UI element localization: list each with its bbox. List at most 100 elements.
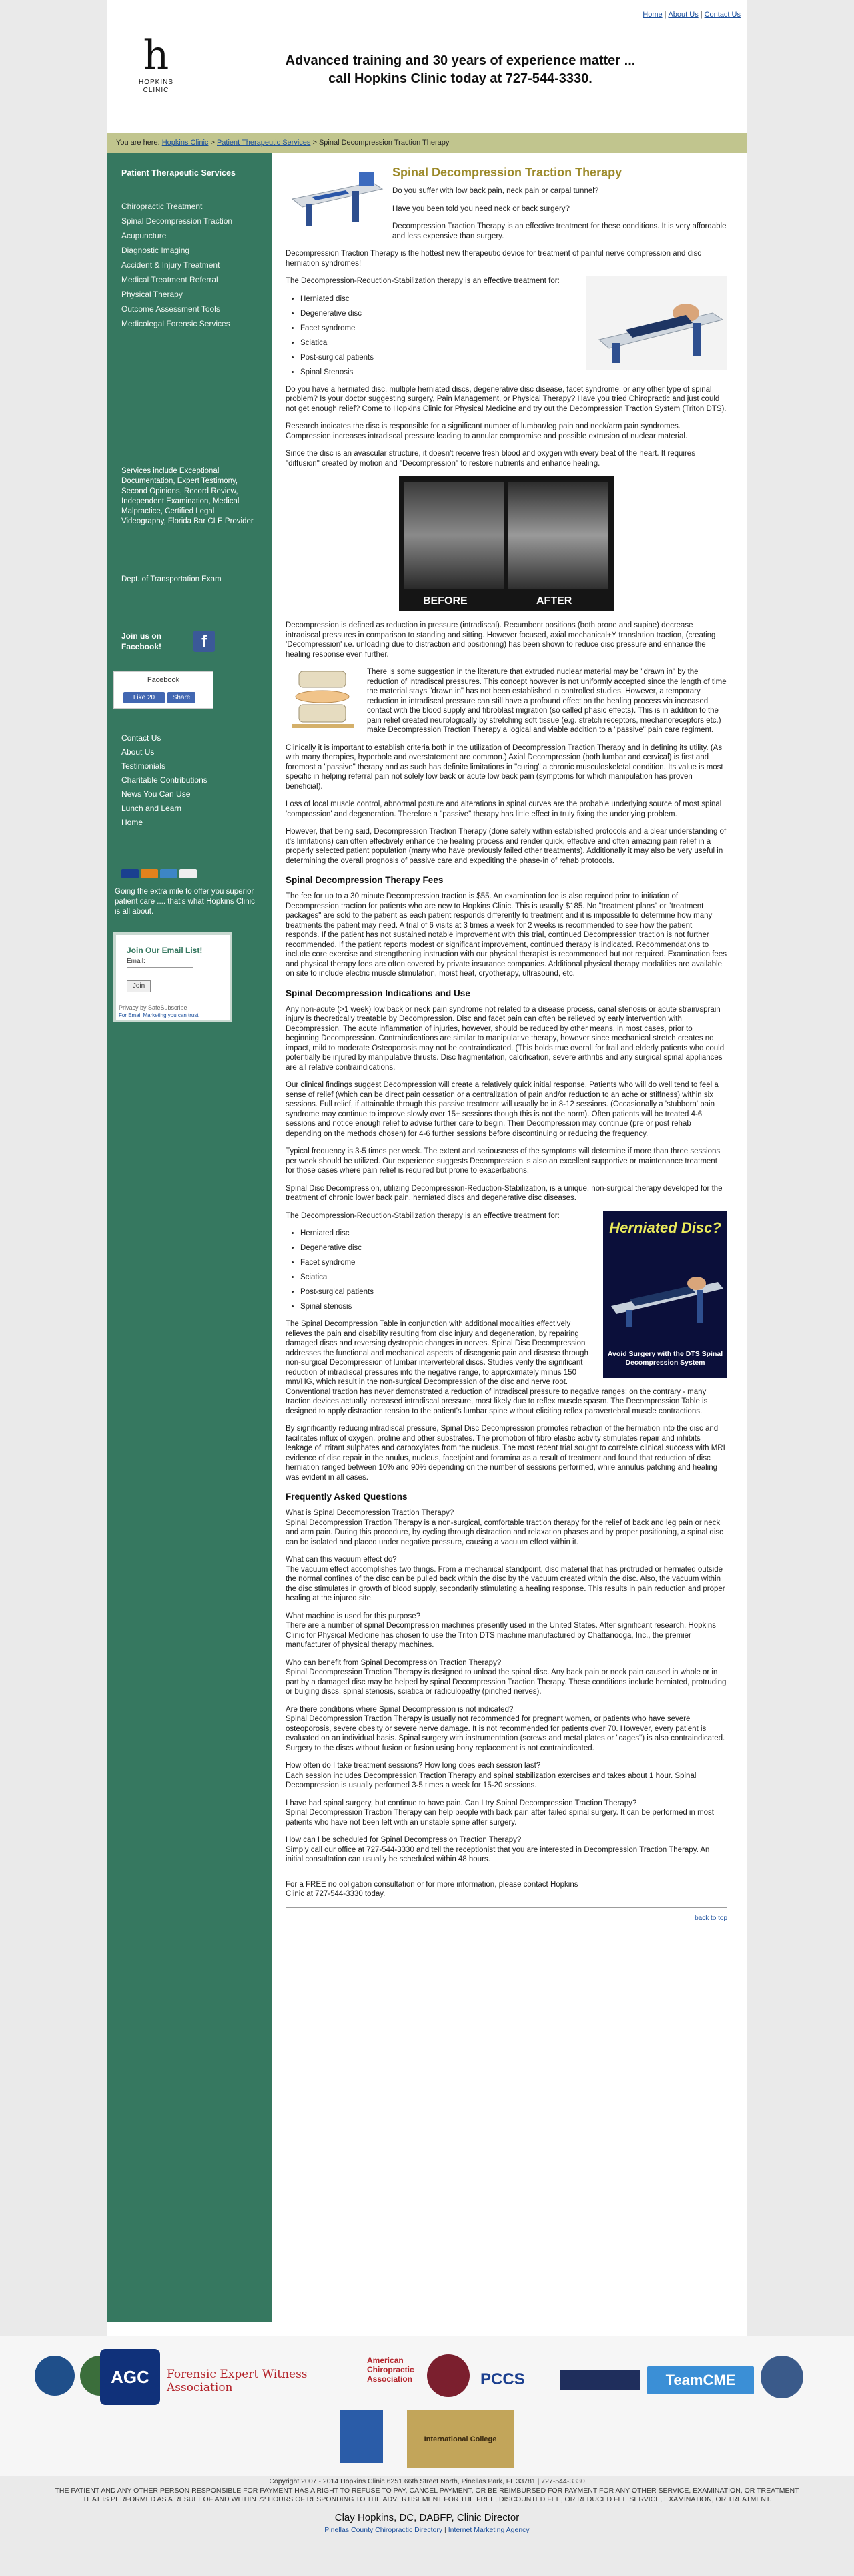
xray-before-panel: [404, 482, 504, 589]
sidebar-item-physical-therapy[interactable]: Physical Therapy: [121, 289, 262, 300]
breadcrumb-sep: >: [208, 139, 217, 147]
body-para: Decompression is defined as reduction in…: [286, 621, 716, 659]
pccs-logo[interactable]: PCCS: [480, 2368, 554, 2392]
section-heading-indications: Spinal Decompression Indications and Use: [286, 988, 470, 998]
email-signup-title: Join Our Email List!: [127, 946, 203, 955]
payment-cards: [121, 869, 199, 878]
sidebar-item-charitable[interactable]: Charitable Contributions: [121, 775, 207, 785]
top-link-home[interactable]: Home: [643, 11, 662, 19]
main-content: Spinal Decompression Traction Therapy Do…: [286, 166, 727, 1922]
sidebar-services-text: Services include Exceptional Documentati…: [121, 467, 254, 525]
discover-card-icon: [179, 869, 197, 878]
back-to-top-link[interactable]: back to top: [695, 1915, 727, 1922]
facebook-icon[interactable]: f: [193, 631, 215, 652]
footer-link-directory[interactable]: Pinellas County Chiropractic Directory: [324, 2526, 442, 2534]
faq-question: How can I be scheduled for Spinal Decomp…: [286, 1836, 522, 1844]
florida-seal-logo[interactable]: [427, 2354, 470, 2397]
sidebar-item-contact[interactable]: Contact Us: [121, 733, 207, 743]
email-join-button[interactable]: Join: [127, 980, 151, 992]
breadcrumb-services[interactable]: Patient Therapeutic Services: [217, 139, 310, 147]
sidebar-item-chiropractic[interactable]: Chiropractic Treatment: [121, 201, 262, 212]
dark-banner-logo[interactable]: [560, 2370, 640, 2390]
sidebar-dot-exam[interactable]: Dept. of Transportation Exam: [121, 575, 255, 585]
footer: Copyright 2007 - 2014 Hopkins Clinic 625…: [0, 2477, 854, 2535]
sidebar-join-facebook[interactable]: Join us on Facebook!: [121, 631, 188, 652]
sidebar-item-testimonials[interactable]: Testimonials: [121, 761, 207, 771]
breadcrumb-home[interactable]: Hopkins Clinic: [162, 139, 209, 147]
facebook-share-button[interactable]: Share: [167, 692, 195, 703]
chamber-seal-logo[interactable]: [35, 2356, 75, 2396]
body-para: Clinically it is important to establish …: [286, 743, 723, 791]
indications-para: Typical frequency is 3-5 times per week.…: [286, 1147, 721, 1175]
fees-para: The fee for up to a 30 minute Decompress…: [286, 892, 727, 978]
sidebar-item-decompression[interactable]: Spinal Decompression Traction: [121, 216, 262, 226]
faq-item: What can this vacuum effect do? The vacu…: [286, 1555, 727, 1604]
email-marketing-note[interactable]: For Email Marketing you can trust: [119, 1012, 199, 1018]
blue-badge-logo[interactable]: [340, 2410, 383, 2463]
logo-name-1: HOPKINS: [138, 79, 173, 86]
forensic-expert-witness-logo[interactable]: Forensic Expert Witness Association: [167, 2368, 360, 2394]
section-heading-faq: Frequently Asked Questions: [286, 1492, 408, 1502]
aca-logo-text: American Chiropractic Association: [367, 2356, 414, 2384]
footer-links: Pinellas County Chiropractic Directory |…: [324, 2526, 530, 2534]
clinic-logo[interactable]: h HOPKINS CLINIC: [132, 32, 180, 105]
aca-logo[interactable]: American Chiropractic Association: [367, 2356, 420, 2398]
faq-question: What machine is used for this purpose?: [286, 1612, 420, 1620]
body-para: By significantly reducing intradiscal pr…: [286, 1425, 725, 1482]
body-para: Since the disc is an avascular structure…: [286, 450, 695, 468]
agc-logo-text: AGC: [111, 2367, 149, 2387]
sidebar-extra-mile: Going the extra mile to offer you superi…: [115, 888, 255, 916]
page-container: Home | About Us | Contact Us h HOPKINS CLINI…: [107, 0, 747, 2336]
facebook-like-button[interactable]: Like 20: [123, 692, 165, 703]
faq-item: How often do I take treatment sessions? …: [286, 1761, 727, 1791]
mastercard-icon: [141, 869, 158, 878]
faq-item: How can I be scheduled for Spinal Decomp…: [286, 1835, 727, 1865]
faq-question: What is Spinal Decompression Traction Th…: [286, 1509, 454, 1517]
top-link-contact[interactable]: Contact Us: [705, 11, 741, 19]
faq-answer: Spinal Decompression Traction Therapy is…: [286, 1518, 723, 1546]
top-link-about[interactable]: About Us: [668, 11, 698, 19]
header-headline: Advanced training and 30 years of experi…: [207, 52, 714, 88]
body-para: Do you have a herniated disc, multiple h…: [286, 385, 727, 413]
agc-logo[interactable]: AGC: [100, 2349, 160, 2405]
before-after-xray-image: BEFORE AFTER: [399, 476, 614, 611]
sidebar-item-home[interactable]: Home: [121, 818, 207, 828]
visa-card-icon: [121, 869, 139, 878]
sidebar-nav-secondary: Contact Us About Us Testimonials Charita…: [121, 733, 207, 832]
sidebar-nav: Chiropractic Treatment Spinal Decompress…: [121, 201, 262, 333]
logo-mark: h: [143, 32, 169, 79]
indications-para: Spinal Disc Decompression, utilizing Dec…: [286, 1184, 723, 1203]
faq-question: Who can benefit from Spinal Decompressio…: [286, 1658, 502, 1667]
xray-after-panel: [508, 482, 608, 589]
closing-para: For a FREE no obligation consultation or…: [286, 1880, 578, 1899]
email-input[interactable]: [127, 967, 193, 976]
forensic-logo-text: Forensic Expert Witness Association: [167, 2368, 308, 2394]
sidebar-item-news[interactable]: News You Can Use: [121, 789, 207, 799]
medical-caduceus-logo[interactable]: [761, 2356, 803, 2398]
sidebar-item-imaging[interactable]: Diagnostic Imaging: [121, 245, 262, 256]
indications-para: Our clinical findings suggest Decompress…: [286, 1081, 719, 1138]
teamcme-logo-text: TeamCME: [665, 2372, 736, 2388]
sidebar-item-referral[interactable]: Medical Treatment Referral: [121, 274, 262, 285]
body-para: Loss of local muscle control, abnormal p…: [286, 800, 722, 818]
email-privacy[interactable]: Privacy by SafeSubscribe: [119, 1002, 226, 1011]
facebook-widget-title: Facebook: [147, 676, 180, 684]
international-college-logo[interactable]: International College: [407, 2410, 514, 2468]
sidebar-item-outcome[interactable]: Outcome Assessment Tools: [121, 304, 262, 314]
faq-question: Are there conditions where Spinal Decomp…: [286, 1705, 514, 1714]
teamcme-logo[interactable]: TeamCME: [647, 2366, 754, 2394]
sidebar-item-about[interactable]: About Us: [121, 747, 207, 757]
patient-on-table-image: [586, 276, 727, 370]
email-label: Email:: [127, 958, 145, 965]
breadcrumb-sep: >: [310, 139, 319, 147]
herniated-ad-caption: Avoid Surgery with the DTS Spinal Decomp…: [607, 1349, 723, 1367]
section-heading-fees: Spinal Decompression Therapy Fees: [286, 875, 444, 885]
faq-item: I have had spinal surgery, but continue …: [286, 1799, 727, 1828]
sidebar-item-acupuncture[interactable]: Acupuncture: [121, 230, 262, 241]
sidebar-item-lunch[interactable]: Lunch and Learn: [121, 803, 207, 814]
headline-line-2: call Hopkins Clinic today at 727-544-333…: [328, 71, 592, 86]
footer-doctor: Clay Hopkins, DC, DABFP, Clinic Director: [334, 2512, 520, 2523]
sidebar-item-accident[interactable]: Accident & Injury Treatment: [121, 260, 262, 270]
footer-link-marketing[interactable]: Internet Marketing Agency: [448, 2526, 530, 2534]
sidebar-item-medicolegal[interactable]: Medicolegal Forensic Services: [121, 318, 262, 329]
